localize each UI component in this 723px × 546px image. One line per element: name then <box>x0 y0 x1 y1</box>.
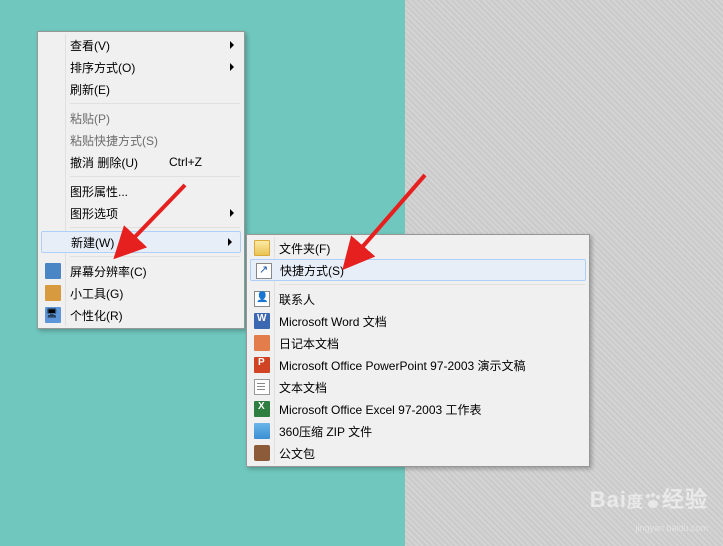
zip-icon <box>254 423 270 439</box>
submenu-zip[interactable]: 360压缩 ZIP 文件 <box>249 420 587 442</box>
watermark: Bai度经验 jingyan.baidu.com <box>590 488 708 536</box>
menu-sort-label: 排序方式(O) <box>70 59 222 76</box>
new-submenu: 文件夹(F) 快捷方式(S) 联系人 Microsoft Word 文档 日记本… <box>246 234 590 467</box>
text-icon <box>254 379 270 395</box>
personalize-icon <box>45 307 61 323</box>
submenu-excel-label: Microsoft Office Excel 97-2003 工作表 <box>279 401 567 418</box>
submenu-ppt[interactable]: Microsoft Office PowerPoint 97-2003 演示文稿 <box>249 354 587 376</box>
menu-view-label: 查看(V) <box>70 37 222 54</box>
menu-screen-res-label: 屏幕分辨率(C) <box>70 263 222 280</box>
chevron-right-icon <box>228 238 232 246</box>
menu-graphics-options[interactable]: 图形选项 <box>40 202 242 224</box>
submenu-text[interactable]: 文本文档 <box>249 376 587 398</box>
menu-graphics-props-label: 图形属性... <box>70 183 222 200</box>
menu-new-label: 新建(W) <box>71 234 220 251</box>
submenu-briefcase[interactable]: 公文包 <box>249 442 587 464</box>
menu-paste-label: 粘贴(P) <box>70 110 222 127</box>
submenu-briefcase-label: 公文包 <box>279 445 567 462</box>
menu-paste-shortcut-label: 粘贴快捷方式(S) <box>70 132 222 149</box>
submenu-contact-label: 联系人 <box>279 291 567 308</box>
submenu-word-label: Microsoft Word 文档 <box>279 313 567 330</box>
watermark-url: jingyan.baidu.com <box>635 523 708 533</box>
submenu-zip-label: 360压缩 ZIP 文件 <box>279 423 567 440</box>
menu-personalize[interactable]: 个性化(R) <box>40 304 242 326</box>
menu-graphics-options-label: 图形选项 <box>70 205 222 222</box>
word-icon <box>254 313 270 329</box>
gadgets-icon <box>45 285 61 301</box>
menu-separator <box>279 284 585 285</box>
briefcase-icon <box>254 445 270 461</box>
menu-refresh[interactable]: 刷新(E) <box>40 78 242 100</box>
chevron-right-icon <box>230 41 234 49</box>
menu-refresh-label: 刷新(E) <box>70 81 222 98</box>
submenu-contact[interactable]: 联系人 <box>249 288 587 310</box>
menu-paste: 粘贴(P) <box>40 107 242 129</box>
menu-sort[interactable]: 排序方式(O) <box>40 56 242 78</box>
menu-gadgets[interactable]: 小工具(G) <box>40 282 242 304</box>
menu-view[interactable]: 查看(V) <box>40 34 242 56</box>
submenu-excel[interactable]: Microsoft Office Excel 97-2003 工作表 <box>249 398 587 420</box>
submenu-shortcut-label: 快捷方式(S) <box>280 262 565 279</box>
menu-separator <box>70 176 240 177</box>
menu-undo-shortcut: Ctrl+Z <box>169 155 202 169</box>
excel-icon <box>254 401 270 417</box>
menu-separator <box>70 256 240 257</box>
submenu-shortcut[interactable]: 快捷方式(S) <box>250 259 586 281</box>
submenu-diary-label: 日记本文档 <box>279 335 567 352</box>
menu-separator <box>70 103 240 104</box>
submenu-word[interactable]: Microsoft Word 文档 <box>249 310 587 332</box>
menu-screen-resolution[interactable]: 屏幕分辨率(C) <box>40 260 242 282</box>
diary-icon <box>254 335 270 351</box>
submenu-diary[interactable]: 日记本文档 <box>249 332 587 354</box>
watermark-brand: Bai度经验 <box>590 487 708 512</box>
submenu-ppt-label: Microsoft Office PowerPoint 97-2003 演示文稿 <box>279 357 567 374</box>
paw-icon <box>644 492 662 510</box>
chevron-right-icon <box>230 63 234 71</box>
desktop-context-menu: 查看(V) 排序方式(O) 刷新(E) 粘贴(P) 粘贴快捷方式(S) 撤消 删… <box>37 31 245 329</box>
contact-icon <box>254 291 270 307</box>
screen-resolution-icon <box>45 263 61 279</box>
menu-undo[interactable]: 撤消 删除(U) Ctrl+Z <box>40 151 242 173</box>
menu-paste-shortcut: 粘贴快捷方式(S) <box>40 129 242 151</box>
shortcut-icon <box>256 263 272 279</box>
menu-new[interactable]: 新建(W) <box>41 231 241 253</box>
menu-personalize-label: 个性化(R) <box>70 307 222 324</box>
submenu-text-label: 文本文档 <box>279 379 567 396</box>
folder-icon <box>254 240 270 256</box>
menu-gadgets-label: 小工具(G) <box>70 285 222 302</box>
submenu-folder[interactable]: 文件夹(F) <box>249 237 587 259</box>
powerpoint-icon <box>254 357 270 373</box>
submenu-folder-label: 文件夹(F) <box>279 240 567 257</box>
menu-separator <box>70 227 240 228</box>
chevron-right-icon <box>230 209 234 217</box>
menu-graphics-props[interactable]: 图形属性... <box>40 180 242 202</box>
